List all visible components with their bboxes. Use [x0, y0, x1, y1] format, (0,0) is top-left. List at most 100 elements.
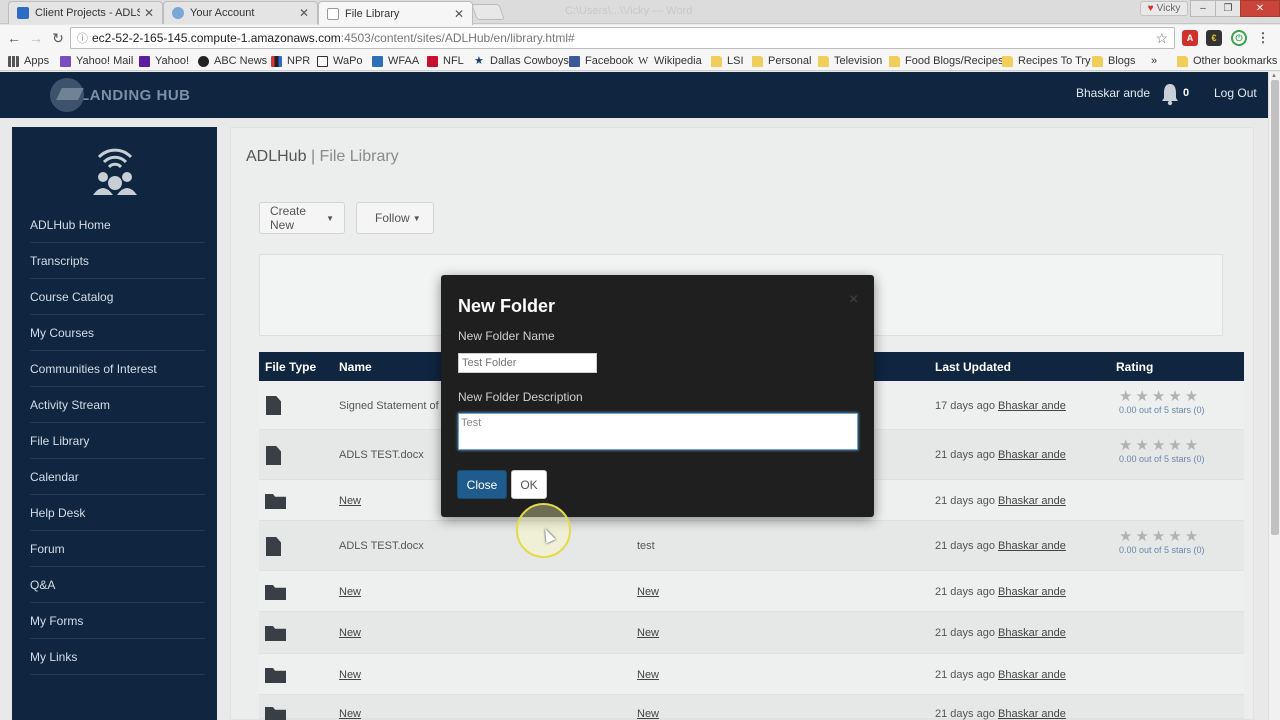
folder-name-input[interactable] — [458, 353, 597, 373]
menu-dots-icon[interactable]: ⋮ — [1255, 30, 1271, 46]
rating-stars[interactable]: ★★★★★ — [1119, 387, 1201, 405]
page-info-icon[interactable]: ⓘ — [77, 30, 88, 46]
scrollbar-thumb[interactable] — [1271, 80, 1279, 535]
adblock-extension-icon[interactable]: A — [1182, 30, 1198, 46]
folder-description-textarea[interactable]: Test — [458, 413, 858, 450]
bell-icon[interactable] — [1160, 82, 1180, 106]
table-row[interactable]: New New 21 days ago Bhaskar ande — [259, 571, 1244, 612]
folder-name-link[interactable]: New — [339, 708, 361, 720]
rating-stars[interactable]: ★★★★★ — [1119, 436, 1201, 454]
back-arrow-icon[interactable]: ← — [4, 28, 24, 48]
folder-name-link[interactable]: New — [339, 669, 361, 681]
table-row[interactable]: New New 21 days ago Bhaskar ande — [259, 695, 1244, 720]
window-close-button[interactable]: ✕ — [1240, 0, 1280, 17]
table-row[interactable]: New New 21 days ago Bhaskar ande — [259, 612, 1244, 654]
bookmark-folder-personal[interactable]: Personal — [752, 54, 811, 68]
col-header-rating[interactable]: Rating — [1116, 360, 1153, 374]
sidebar-item-course-catalog[interactable]: Course Catalog — [30, 279, 205, 315]
bookmarks-overflow-chevron[interactable]: » — [1151, 54, 1157, 68]
follow-dropdown-button[interactable]: Follow ▼ — [356, 202, 434, 234]
bookmark-folder-television[interactable]: Television — [818, 54, 882, 68]
updated-by-link[interactable]: Bhaskar ande — [998, 669, 1066, 681]
sidebar-item-transcripts[interactable]: Transcripts — [30, 243, 205, 279]
file-name[interactable]: ADLS TEST.docx — [339, 449, 424, 461]
page-scrollbar[interactable]: ▲ — [1268, 72, 1280, 720]
bookmark-apps[interactable]: Apps — [8, 54, 49, 68]
sidebar-item-my-forms[interactable]: My Forms — [30, 603, 205, 639]
col-header-file-type[interactable]: File Type — [265, 360, 316, 374]
folder-description-link[interactable]: New — [637, 669, 659, 681]
updated-by-link[interactable]: Bhaskar ande — [998, 540, 1066, 552]
reload-icon[interactable]: ↻ — [48, 28, 68, 48]
maximize-button[interactable]: ❐ — [1215, 0, 1241, 17]
sidebar-item-activity-stream[interactable]: Activity Stream — [30, 387, 205, 423]
bookmark-nfl[interactable]: NFL — [427, 54, 464, 68]
logout-link[interactable]: Log Out — [1214, 86, 1257, 100]
browser-tab-client-projects[interactable]: Client Projects - ADLS U ✕ — [8, 1, 163, 24]
status-extension-icon[interactable]: ⏻ — [1231, 30, 1247, 46]
ok-button[interactable]: OK — [511, 470, 547, 499]
sidebar-item-calendar[interactable]: Calendar — [30, 459, 205, 495]
modal-close-icon[interactable]: × — [849, 291, 858, 309]
folder-description-link[interactable]: New — [637, 627, 659, 639]
file-name[interactable]: ADLS TEST.docx — [339, 540, 424, 552]
bookmark-yahoo-mail[interactable]: Yahoo! Mail — [60, 54, 133, 68]
folder-description-link[interactable]: New — [637, 708, 659, 720]
bookmark-star-icon[interactable]: ☆ — [1155, 30, 1168, 47]
folder-icon — [265, 494, 286, 509]
sidebar-item-communities[interactable]: Communities of Interest — [30, 351, 205, 387]
minimize-button[interactable]: ‒ — [1190, 0, 1216, 17]
bookmark-other-bookmarks[interactable]: Other bookmarks — [1177, 54, 1277, 68]
bookmark-wikipedia[interactable]: W Wikipedia — [638, 54, 702, 68]
updated-by-link[interactable]: Bhaskar ande — [998, 627, 1066, 639]
sidebar-item-my-courses[interactable]: My Courses — [30, 315, 205, 351]
col-header-last-updated[interactable]: Last Updated — [935, 360, 1011, 374]
browser-tab-file-library[interactable]: File Library ✕ — [318, 1, 473, 25]
folder-name-link[interactable]: New — [339, 627, 361, 639]
updated-by-link[interactable]: Bhaskar ande — [998, 495, 1066, 507]
browser-tab-your-account[interactable]: Your Account ✕ — [163, 1, 318, 24]
folder-description-link[interactable]: New — [637, 586, 659, 598]
folder-name-link[interactable]: New — [339, 495, 361, 507]
sidebar-item-help-desk[interactable]: Help Desk — [30, 495, 205, 531]
bookmark-folder-lsi[interactable]: LSI — [711, 54, 744, 68]
evernote-extension-icon[interactable]: € — [1206, 30, 1222, 46]
sidebar-item-adlhub-home[interactable]: ADLHub Home — [30, 207, 205, 243]
close-button[interactable]: Close — [457, 470, 507, 499]
create-new-dropdown-button[interactable]: Create New ▼ — [259, 202, 345, 234]
bookmark-wapo[interactable]: WaPo — [317, 54, 363, 68]
table-row[interactable]: New New 21 days ago Bhaskar ande — [259, 654, 1244, 695]
bookmark-dallas-cowboys[interactable]: ★ Dallas Cowboys — [474, 54, 569, 68]
bookmark-npr[interactable]: NPR — [271, 54, 310, 68]
folder-name-link[interactable]: New — [339, 586, 361, 598]
sidebar-item-file-library[interactable]: File Library — [30, 423, 205, 459]
sidebar-item-my-links[interactable]: My Links — [30, 639, 205, 675]
updated-by-link[interactable]: Bhaskar ande — [998, 586, 1066, 598]
bookmark-abc-news[interactable]: ABC News — [198, 54, 267, 68]
table-row[interactable]: ADLS TEST.docx test 21 days ago Bhaskar … — [259, 521, 1244, 571]
scroll-up-arrow-icon[interactable]: ▲ — [1271, 73, 1277, 79]
bookmark-folder-blogs[interactable]: Blogs — [1092, 54, 1136, 68]
bookmark-folder-food-blogs[interactable]: Food Blogs/Recipes — [889, 54, 1003, 68]
landing-hub-logo[interactable]: LANDING HUB — [50, 76, 191, 114]
tab-close-icon[interactable]: ✕ — [299, 6, 309, 20]
new-tab-button[interactable] — [471, 4, 505, 20]
bookmark-folder-recipes-to-try[interactable]: Recipes To Try — [1002, 54, 1091, 68]
updated-by-link[interactable]: Bhaskar ande — [998, 400, 1066, 412]
header-user-name[interactable]: Bhaskar ande — [1076, 86, 1150, 100]
file-name[interactable]: Signed Statement of — [339, 400, 439, 412]
rating-stars[interactable]: ★★★★★ — [1119, 527, 1201, 545]
col-header-name[interactable]: Name — [339, 360, 372, 374]
forward-arrow-icon[interactable]: → — [26, 28, 46, 48]
bookmark-wfaa[interactable]: WFAA — [372, 54, 419, 68]
sidebar-item-qa[interactable]: Q&A — [30, 567, 205, 603]
tab-close-icon[interactable]: ✕ — [454, 7, 464, 21]
updated-by-link[interactable]: Bhaskar ande — [998, 449, 1066, 461]
profile-button[interactable]: ♥ Vicky — [1140, 1, 1188, 16]
sidebar-item-forum[interactable]: Forum — [30, 531, 205, 567]
address-bar[interactable]: ⓘ ec2-52-2-165-145.compute-1.amazonaws.c… — [70, 27, 1175, 49]
tab-close-icon[interactable]: ✕ — [144, 6, 154, 20]
bookmark-yahoo[interactable]: Yahoo! — [139, 54, 189, 68]
updated-by-link[interactable]: Bhaskar ande — [998, 708, 1066, 720]
bookmark-facebook[interactable]: Facebook — [569, 54, 633, 68]
